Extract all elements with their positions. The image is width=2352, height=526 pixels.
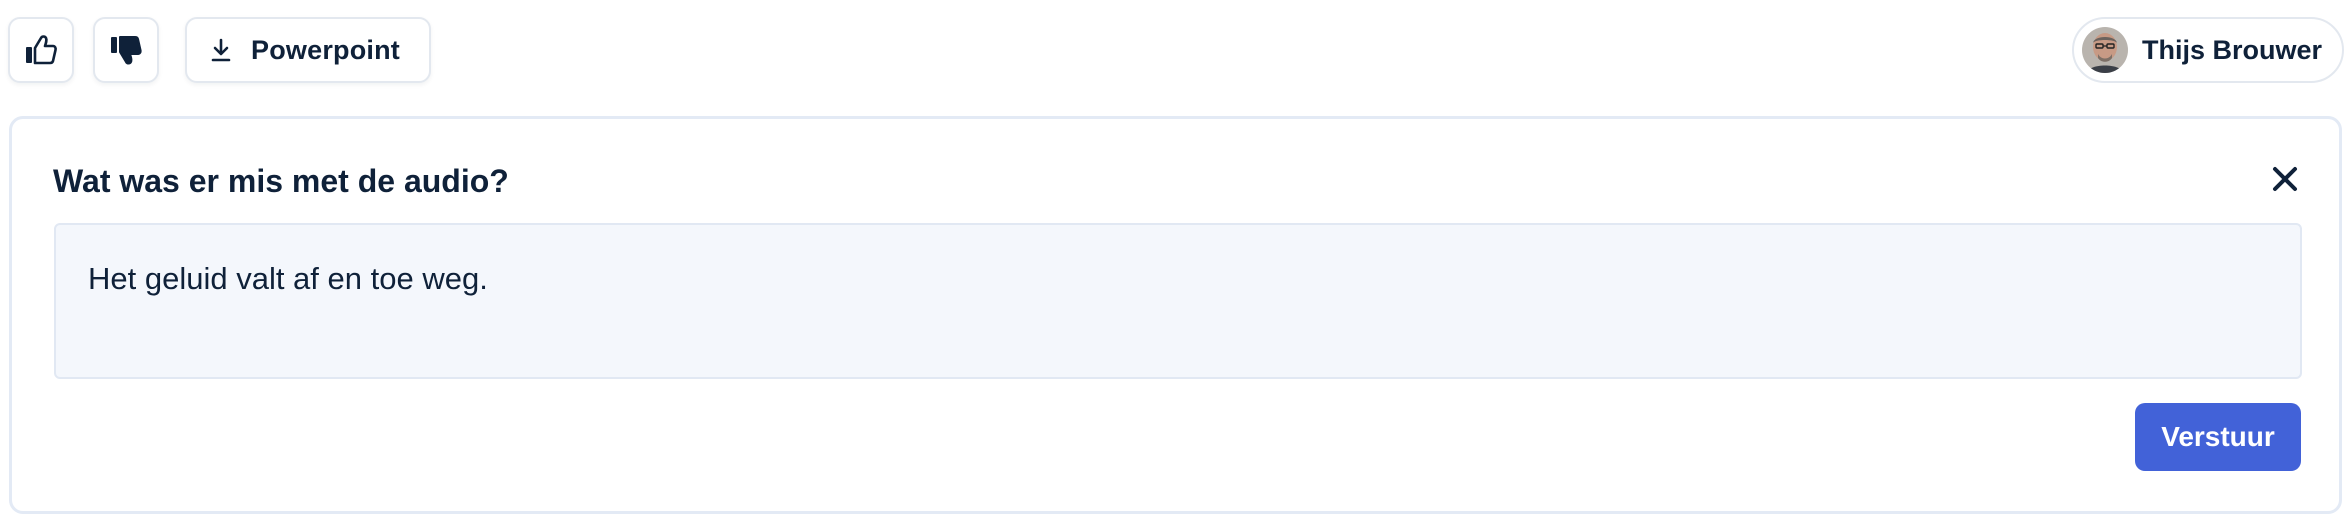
download-powerpoint-button[interactable]: Powerpoint <box>185 17 431 83</box>
thumbs-down-filled-icon <box>109 34 143 66</box>
dislike-button[interactable] <box>93 17 159 83</box>
toolbar: Powerpoint Thijs Brouwer <box>0 0 2352 100</box>
user-menu[interactable]: Thijs Brouwer <box>2072 17 2344 83</box>
feedback-panel: Wat was er mis met de audio? Het geluid … <box>9 116 2342 514</box>
user-name: Thijs Brouwer <box>2142 34 2323 65</box>
powerpoint-label: Powerpoint <box>251 34 400 65</box>
avatar <box>2082 27 2128 73</box>
close-icon <box>2272 166 2298 197</box>
close-button[interactable] <box>2265 161 2305 201</box>
feedback-textarea[interactable]: Het geluid valt af en toe weg. <box>54 223 2302 379</box>
thumbs-up-icon <box>24 34 58 66</box>
submit-button[interactable]: Verstuur <box>2135 403 2301 471</box>
download-icon <box>209 37 233 63</box>
like-button[interactable] <box>8 17 74 83</box>
feedback-title: Wat was er mis met de audio? <box>53 163 509 199</box>
